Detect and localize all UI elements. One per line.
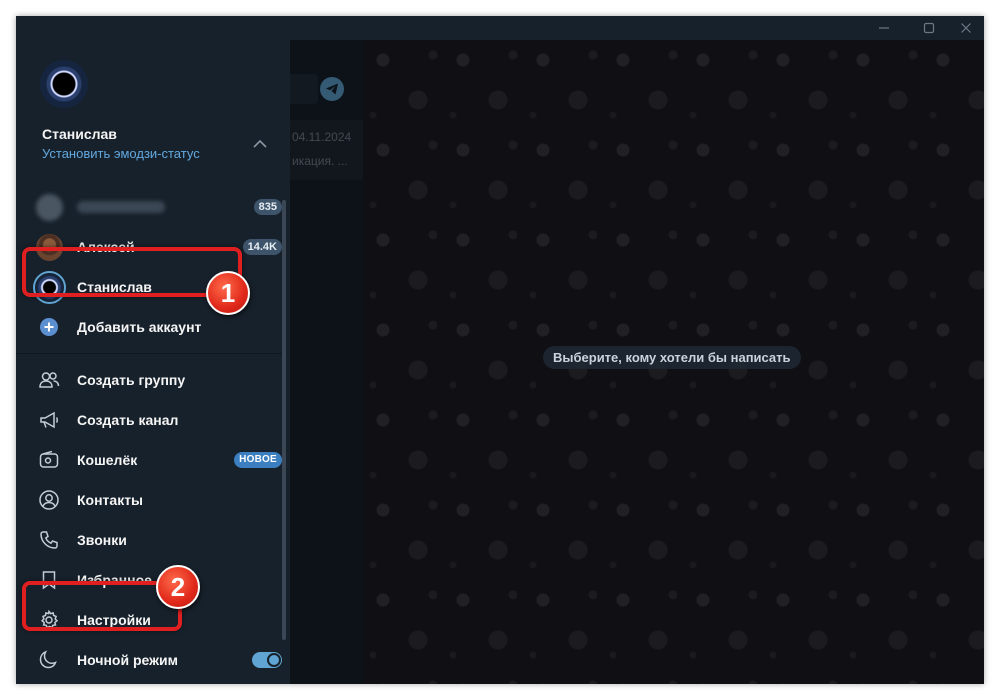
menu-item-create-channel[interactable]: Создать канал: [16, 400, 286, 440]
menu-item-label: Создать канал: [77, 412, 179, 428]
menu-item-calls[interactable]: Звонки: [16, 520, 286, 560]
wallet-icon: [38, 449, 60, 471]
account-name-hidden: [77, 201, 165, 213]
contact-icon: [38, 489, 60, 511]
plus-icon: [38, 316, 60, 338]
menu-item-label: Кошелёк: [77, 452, 138, 468]
profile-name: Станислав: [42, 126, 117, 142]
minimize-icon[interactable]: [864, 16, 904, 40]
set-emoji-status-link[interactable]: Установить эмодзи-статус: [42, 146, 200, 161]
megaphone-icon: [38, 409, 60, 431]
menu-item-create-group[interactable]: Создать группу: [16, 360, 286, 400]
close-icon[interactable]: [946, 16, 984, 40]
phone-icon: [38, 529, 60, 551]
night-mode-toggle[interactable]: [252, 652, 282, 668]
step-marker-1: 1: [206, 271, 250, 315]
empty-chat-hint: Выберите, кому хотели бы написать: [543, 346, 801, 369]
chat-area: Выберите, кому хотели бы написать: [363, 40, 984, 684]
menu-item-night-mode[interactable]: Ночной режим: [16, 640, 286, 680]
moon-icon: [38, 649, 60, 671]
toggle-knob: [267, 653, 281, 667]
menu-item-contacts[interactable]: Контакты: [16, 480, 286, 520]
step-marker-2: 2: [156, 565, 200, 609]
divider: [16, 353, 286, 354]
avatar: [36, 194, 63, 221]
account-hidden[interactable]: 835: [16, 187, 286, 227]
add-account-button[interactable]: Добавить аккаунт: [16, 307, 286, 347]
maximize-icon[interactable]: [909, 16, 949, 40]
scrollbar[interactable]: [282, 200, 286, 640]
menu-item-label: Создать группу: [77, 372, 186, 388]
group-icon: [38, 369, 60, 391]
title-bar: [16, 16, 984, 40]
add-account-label: Добавить аккаунт: [77, 319, 202, 335]
menu-item-label: Ночной режим: [77, 652, 178, 668]
menu-item-label: Контакты: [77, 492, 144, 508]
new-badge: НОВОЕ: [234, 452, 282, 468]
menu-item-wallet[interactable]: Кошелёк НОВОЕ: [16, 440, 286, 480]
menu-item-label: Звонки: [77, 532, 127, 548]
profile-avatar[interactable]: [40, 60, 88, 108]
unread-badge: 14.4K: [242, 239, 282, 255]
unread-badge: 835: [253, 199, 282, 215]
chevron-up-icon[interactable]: [252, 136, 268, 152]
